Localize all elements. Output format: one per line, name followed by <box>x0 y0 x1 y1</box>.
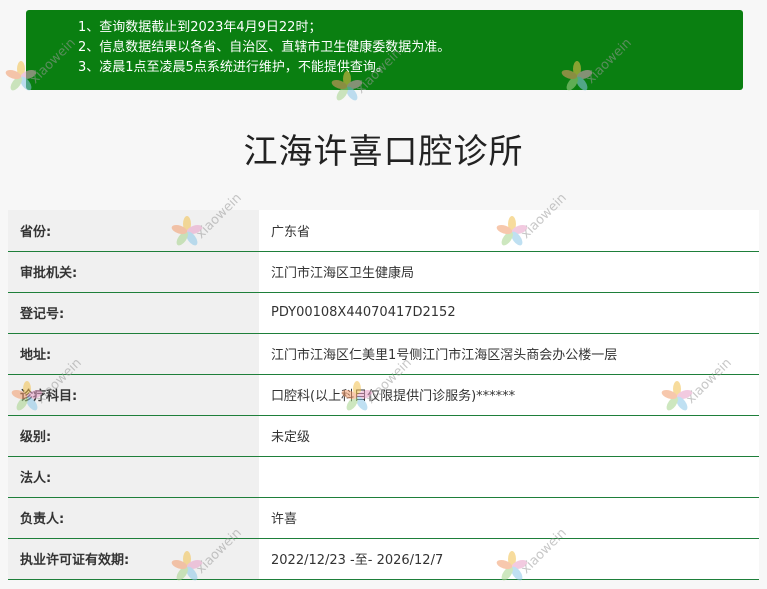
table-row: 登记号: PDY00108X44070417D2152 <box>8 291 759 333</box>
registration-number-label: 登记号: <box>8 291 259 333</box>
address-label: 地址: <box>8 332 259 374</box>
approval-authority-label: 审批机关: <box>8 250 259 292</box>
level-value: 未定级 <box>259 414 759 456</box>
table-row: 诊疗科目: 口腔科(以上科目仅限提供门诊服务)****** <box>8 373 759 415</box>
notice-line-3: 3、凌晨1点至凌晨5点系统进行维护，不能提供查询。 <box>78 60 389 75</box>
person-in-charge-label: 负责人: <box>8 496 259 538</box>
province-label: 省份: <box>8 210 259 251</box>
treatment-subjects-value: 口腔科(以上科目仅限提供门诊服务)****** <box>259 373 759 415</box>
notice-line-1: 1、查询数据截止到2023年4月9日22时； <box>78 20 322 35</box>
person-in-charge-value: 许喜 <box>259 496 759 538</box>
table-row: 执业许可证有效期: 2022/12/23 -至- 2026/12/7 <box>8 537 759 580</box>
level-label: 级别: <box>8 414 259 456</box>
province-value: 广东省 <box>259 210 759 251</box>
license-validity-label: 执业许可证有效期: <box>8 537 259 580</box>
clinic-title: 江海许喜口腔诊所 <box>243 132 524 172</box>
notice-line-2: 2、信息数据结果以各省、自治区、直辖市卫生健康委数据为准。 <box>78 40 451 55</box>
table-row: 省份: 广东省 <box>8 210 759 251</box>
registration-number-value: PDY00108X44070417D2152 <box>259 291 759 333</box>
clinic-info-table: 省份: 广东省 审批机关: 江门市江海区卫生健康局 登记号: PDY00108X… <box>8 210 759 580</box>
table-row: 级别: 未定级 <box>8 414 759 456</box>
legal-person-label: 法人: <box>8 455 259 497</box>
table-row: 地址: 江门市江海区仁美里1号侧江门市江海区滘头商会办公楼一层 <box>8 332 759 374</box>
approval-authority-value: 江门市江海区卫生健康局 <box>259 250 759 292</box>
table-row: 审批机关: 江门市江海区卫生健康局 <box>8 250 759 292</box>
treatment-subjects-label: 诊疗科目: <box>8 373 259 415</box>
notice-banner: 1、查询数据截止到2023年4月9日22时； 2、信息数据结果以各省、自治区、直… <box>26 10 743 90</box>
license-validity-value: 2022/12/23 -至- 2026/12/7 <box>259 537 759 580</box>
table-row: 法人: <box>8 455 759 497</box>
page: 1、查询数据截止到2023年4月9日22时； 2、信息数据结果以各省、自治区、直… <box>0 0 767 589</box>
legal-person-value <box>259 455 759 497</box>
address-value: 江门市江海区仁美里1号侧江门市江海区滘头商会办公楼一层 <box>259 332 759 374</box>
table-row: 负责人: 许喜 <box>8 496 759 538</box>
